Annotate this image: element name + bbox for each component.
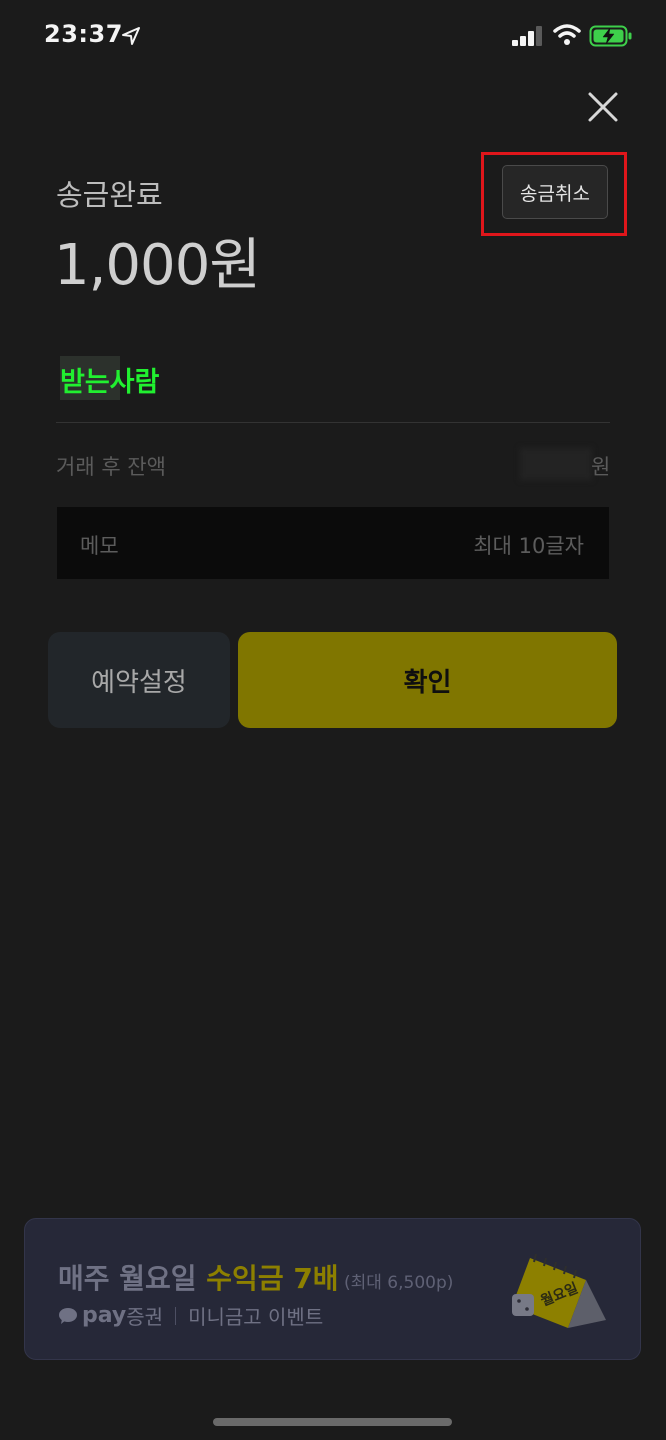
transfer-amount: 1,000원 [54, 233, 261, 298]
reserve-button[interactable]: 예약설정 [48, 632, 230, 728]
balance-value-redacted [520, 448, 592, 480]
recipient-label: 받는사람 [60, 367, 160, 398]
banner-headline-note: (최대 6,500p) [338, 1273, 454, 1293]
speech-bubble-icon [59, 1307, 77, 1324]
balance-unit: 원 [591, 455, 611, 479]
banner-subtitle: 미니금고 이벤트 [188, 1305, 324, 1329]
highlight-box [481, 152, 627, 236]
banner-headline: 매주 월요일 수익금 7배 (최대 6,500p) [58, 1257, 453, 1297]
banner-separator [175, 1306, 177, 1325]
banner-brand: pay [82, 1303, 127, 1328]
banner-headline-highlight: 수익금 7배 [206, 1262, 339, 1295]
memo-placeholder: 최대 10글자 [473, 534, 584, 558]
balance-label: 거래 후 잔액 [56, 455, 166, 479]
wifi-icon [553, 24, 581, 45]
location-arrow-icon [122, 27, 140, 45]
home-indicator [213, 1418, 452, 1426]
status-time: 23:37 [44, 20, 123, 48]
calendar-dice-illustration: 월요일 [512, 1253, 606, 1328]
banner-headline-part1: 매주 월요일 [58, 1262, 207, 1295]
cellular-signal-icon [512, 26, 542, 46]
divider [56, 422, 610, 423]
page-title: 송금완료 [56, 178, 163, 212]
banner-brand-suffix: 증권 [126, 1305, 164, 1329]
confirm-button[interactable]: 확인 [238, 632, 617, 728]
banner-subline: pay 증권 미니금고 이벤트 [58, 1301, 323, 1330]
battery-charging-icon [589, 25, 632, 47]
close-icon[interactable] [586, 90, 620, 124]
memo-label: 메모 [80, 534, 119, 558]
